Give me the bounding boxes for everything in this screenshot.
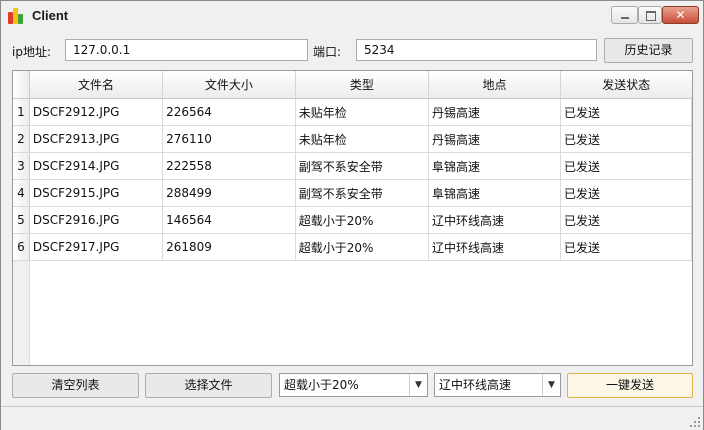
cell-status[interactable]: 已发送 <box>560 152 692 180</box>
cell-filesize[interactable]: 261809 <box>162 233 296 261</box>
cell-status[interactable]: 已发送 <box>560 206 692 234</box>
table-header-row: 文件名 文件大小 类型 地点 发送状态 <box>13 71 692 99</box>
cell-filesize[interactable]: 222558 <box>162 152 296 180</box>
location-select[interactable]: 辽中环线高速 ▼ <box>434 373 561 397</box>
cell-type[interactable]: 未贴年检 <box>295 98 429 126</box>
row-number[interactable]: 4 <box>13 179 30 207</box>
column-header-status[interactable]: 发送状态 <box>560 71 692 99</box>
table-row[interactable]: 2 DSCF2913.JPG 276110 未贴年检 丹锡高速 已发送 <box>13 125 692 153</box>
chevron-down-icon[interactable]: ▼ <box>409 374 427 396</box>
cell-filename[interactable]: DSCF2914.JPG <box>29 152 164 180</box>
cell-type[interactable]: 未贴年检 <box>295 125 429 153</box>
choose-file-button[interactable]: 选择文件 <box>145 373 272 398</box>
cell-location[interactable]: 丹锡高速 <box>428 98 562 126</box>
cell-status[interactable]: 已发送 <box>560 233 692 261</box>
cell-filename[interactable]: DSCF2913.JPG <box>29 125 164 153</box>
table-row[interactable]: 3 DSCF2914.JPG 222558 副驾不系安全带 阜锦高速 已发送 <box>13 152 692 180</box>
cell-filename[interactable]: DSCF2917.JPG <box>29 233 164 261</box>
cell-filesize[interactable]: 146564 <box>162 206 296 234</box>
cell-type[interactable]: 副驾不系安全带 <box>295 179 429 207</box>
resize-grip-icon[interactable] <box>690 417 700 427</box>
column-header-type[interactable]: 类型 <box>295 71 429 99</box>
window-title: Client <box>32 8 69 23</box>
client-window: Client ✕ ip地址: 127.0.0.1 端口: 5234 历史记录 文… <box>0 0 704 430</box>
cell-filename[interactable]: DSCF2915.JPG <box>29 179 164 207</box>
port-label: 端口: <box>313 45 342 59</box>
row-number[interactable]: 2 <box>13 125 30 153</box>
cell-filesize[interactable]: 226564 <box>162 98 296 126</box>
cell-type[interactable]: 副驾不系安全带 <box>295 152 429 180</box>
ip-input[interactable]: 127.0.0.1 <box>65 39 308 61</box>
table-row[interactable]: 1 DSCF2912.JPG 226564 未贴年检 丹锡高速 已发送 <box>13 98 692 126</box>
cell-location[interactable]: 辽中环线高速 <box>428 233 562 261</box>
corner-button[interactable] <box>13 71 30 99</box>
row-number[interactable]: 3 <box>13 152 30 180</box>
cell-location[interactable]: 阜锦高速 <box>428 179 562 207</box>
row-number[interactable]: 5 <box>13 206 30 234</box>
cell-status[interactable]: 已发送 <box>560 179 692 207</box>
table-row[interactable]: 5 DSCF2916.JPG 146564 超载小于20% 辽中环线高速 已发送 <box>13 206 692 234</box>
close-button[interactable]: ✕ <box>662 6 699 24</box>
chevron-down-icon[interactable]: ▼ <box>542 374 560 396</box>
cell-filesize[interactable]: 288499 <box>162 179 296 207</box>
column-header-filename[interactable]: 文件名 <box>29 71 164 99</box>
cell-status[interactable]: 已发送 <box>560 98 692 126</box>
status-bar <box>1 406 703 430</box>
row-number[interactable]: 1 <box>13 98 30 126</box>
cell-type[interactable]: 超载小于20% <box>295 233 429 261</box>
port-input[interactable]: 5234 <box>356 39 597 61</box>
cell-location[interactable]: 阜锦高速 <box>428 152 562 180</box>
app-icon <box>8 8 24 24</box>
cell-filename[interactable]: DSCF2912.JPG <box>29 98 164 126</box>
column-header-filesize[interactable]: 文件大小 <box>162 71 296 99</box>
type-select[interactable]: 超载小于20% ▼ <box>279 373 428 397</box>
table-row[interactable]: 4 DSCF2915.JPG 288499 副驾不系安全带 阜锦高速 已发送 <box>13 179 692 207</box>
cell-location[interactable]: 丹锡高速 <box>428 125 562 153</box>
ip-label: ip地址: <box>12 45 51 59</box>
cell-status[interactable]: 已发送 <box>560 125 692 153</box>
location-select-value: 辽中环线高速 <box>439 378 512 392</box>
file-grid: 文件名 文件大小 类型 地点 发送状态 1 DSCF2912.JPG 22656… <box>13 71 692 261</box>
maximize-icon <box>646 11 656 21</box>
column-header-location[interactable]: 地点 <box>428 71 562 99</box>
row-number[interactable]: 6 <box>13 233 30 261</box>
cell-filesize[interactable]: 276110 <box>162 125 296 153</box>
title-bar[interactable]: Client ✕ <box>1 1 703 30</box>
cell-type[interactable]: 超载小于20% <box>295 206 429 234</box>
clear-list-button[interactable]: 清空列表 <box>12 373 139 398</box>
close-icon: ✕ <box>675 8 686 22</box>
send-all-button[interactable]: 一键发送 <box>567 373 693 398</box>
cell-location[interactable]: 辽中环线高速 <box>428 206 562 234</box>
minimize-button[interactable] <box>611 6 638 24</box>
minimize-icon <box>621 17 629 19</box>
type-select-value: 超载小于20% <box>284 378 359 392</box>
history-button[interactable]: 历史记录 <box>604 38 693 63</box>
cell-filename[interactable]: DSCF2916.JPG <box>29 206 164 234</box>
table-row[interactable]: 6 DSCF2917.JPG 261809 超载小于20% 辽中环线高速 已发送 <box>13 233 692 261</box>
file-table: 文件名 文件大小 类型 地点 发送状态 1 DSCF2912.JPG 22656… <box>12 70 693 366</box>
maximize-button[interactable] <box>638 6 662 24</box>
